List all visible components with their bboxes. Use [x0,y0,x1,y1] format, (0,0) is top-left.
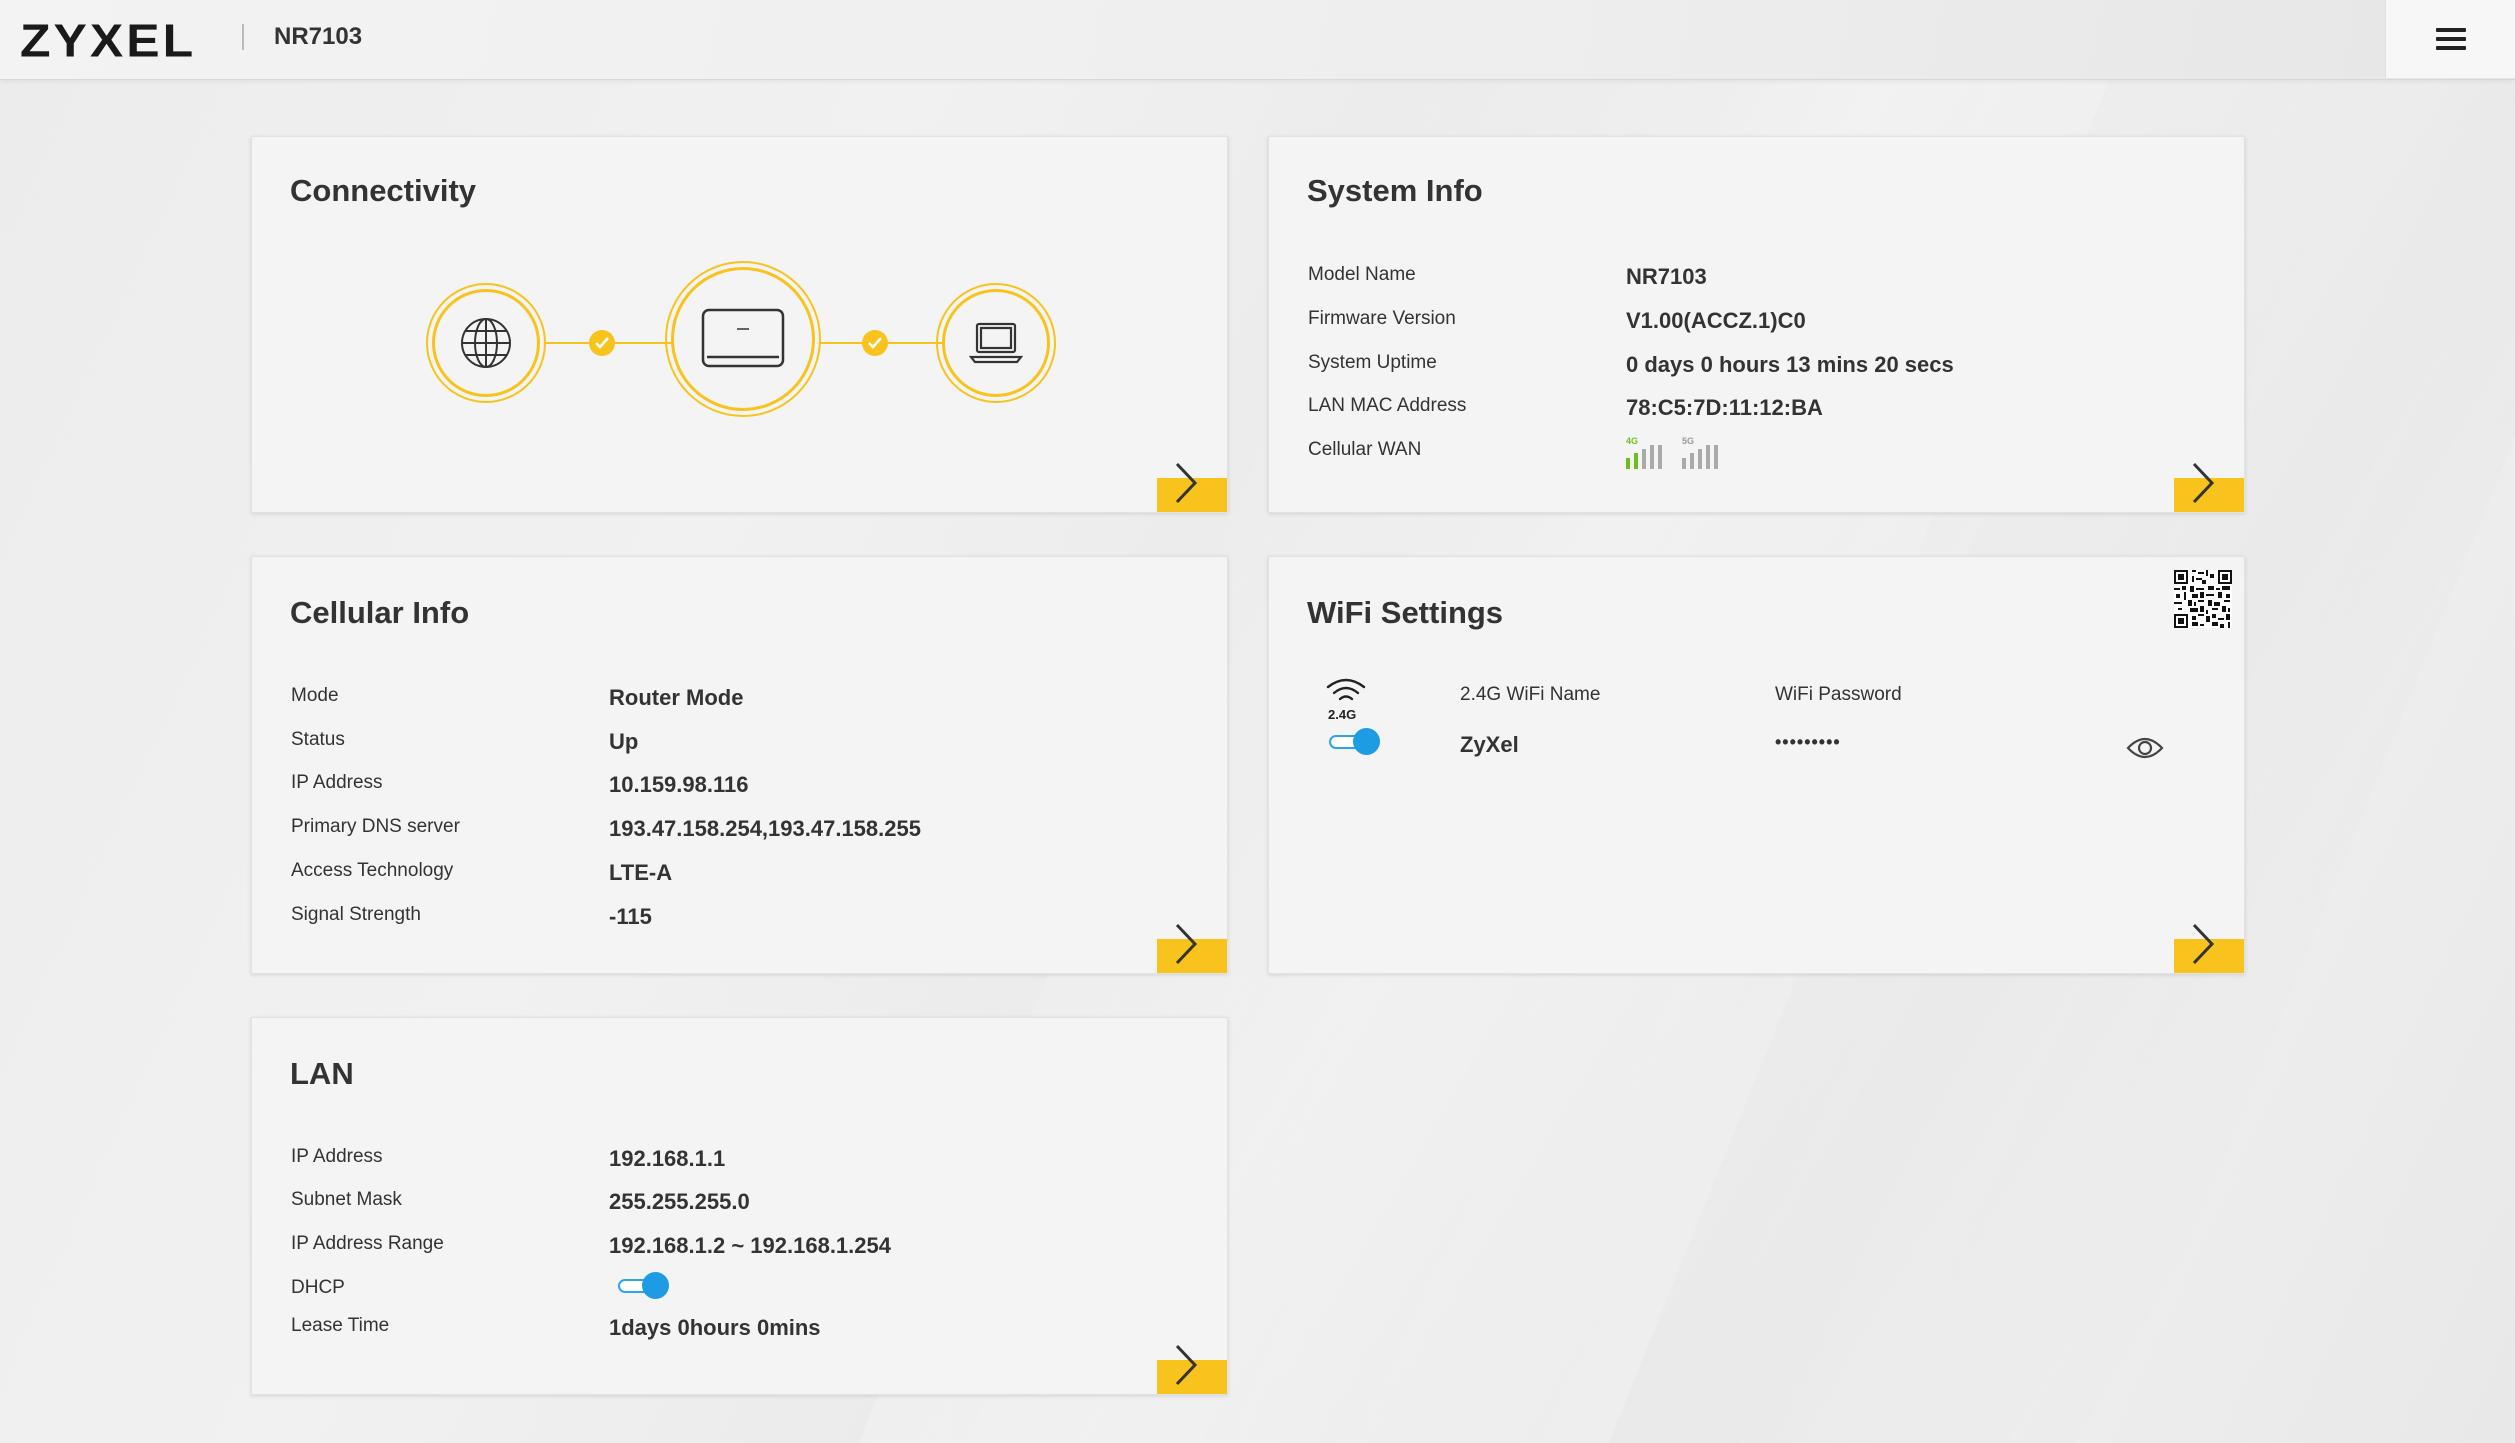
wifi-2-4g-icon: 2.4G [1326,678,1366,721]
lan-ip-address-label: IP Address [291,1146,383,1167]
cellular-info-card: Cellular Info Mode Router Mode Status Up… [251,556,1228,974]
main-menu-button[interactable] [2385,0,2515,78]
wifi-settings-title: WiFi Settings [1307,595,1504,630]
ip-address-range-value: 192.168.1.2 ~ 192.168.1.254 [609,1233,891,1258]
lease-time-label: Lease Time [291,1315,390,1336]
lan-title: LAN [290,1056,354,1091]
connectivity-title: Connectivity [290,173,477,208]
primary-dns-value: 193.47.158.254,193.47.158.255 [609,816,921,841]
svg-text:2.4G: 2.4G [1328,707,1356,721]
system-info-more-button[interactable] [2174,462,2244,512]
ip-address-value: 10.159.98.116 [609,772,749,797]
lan-card: LAN IP Address 192.168.1.1 Subnet Mask 2… [251,1017,1228,1395]
connectivity-card: Connectivity [251,136,1228,513]
dhcp-label: DHCP [291,1277,345,1298]
signal-strength-value: -115 [609,904,652,929]
connection-ok-check-icon [589,330,615,356]
wifi-password-value: ••••••••• [1775,732,1841,752]
globe-icon [461,318,511,368]
lease-time-value: 1days 0hours 0mins [609,1315,821,1340]
top-bar: ZYXEL NR7103 [0,0,2515,80]
zyxel-logo[interactable]: ZYXEL [20,14,196,67]
system-info-card: System Info Model Name NR7103 Firmware V… [1268,136,2245,513]
system-info-title: System Info [1307,173,1483,208]
wifi-enable-toggle[interactable] [1329,726,1381,756]
router-icon [701,308,785,368]
header-divider [242,24,244,50]
show-password-eye-icon[interactable] [2126,735,2164,761]
4g-signal-icon: 4G [1626,436,1662,469]
laptop-icon [969,322,1023,364]
chevron-right-icon [2192,923,2215,965]
ip-address-range-label: IP Address Range [291,1233,444,1254]
dhcp-toggle[interactable] [618,1270,670,1300]
cellular-info-more-button[interactable] [1157,923,1227,973]
status-label: Status [291,729,345,750]
firmware-version-value: V1.00(ACCZ.1)C0 [1626,308,1806,333]
wifi-name-value: ZyXel [1460,732,1519,757]
system-uptime-value: 0 days 0 hours 13 mins 20 secs [1626,352,1954,377]
cellular-wan-label: Cellular WAN [1308,439,1422,460]
model-name-value: NR7103 [1626,264,1707,289]
hamburger-menu-icon [2435,28,2466,50]
cellular-info-title: Cellular Info [290,595,470,630]
signal-strength-label: Signal Strength [291,904,421,925]
primary-dns-label: Primary DNS server [291,816,460,837]
subnet-mask-label: Subnet Mask [291,1189,402,1210]
svg-text:5G: 5G [1682,436,1694,446]
lan-more-button[interactable] [1157,1344,1227,1394]
model-name-label: Model Name [1308,264,1416,285]
connectivity-more-button[interactable] [1157,462,1227,512]
lan-mac-address-label: LAN MAC Address [1308,395,1467,416]
access-technology-value: LTE-A [609,860,673,885]
lan-ip-address-value: 192.168.1.1 [609,1146,726,1171]
firmware-version-label: Firmware Version [1308,308,1456,329]
chevron-right-icon [1175,1344,1198,1386]
status-value: Up [609,729,639,754]
chevron-right-icon [1175,923,1198,965]
mode-label: Mode [291,685,339,706]
ip-address-label: IP Address [291,772,383,793]
wifi-settings-more-button[interactable] [2174,923,2244,973]
system-uptime-label: System Uptime [1308,352,1437,373]
chevron-right-icon [1175,462,1198,504]
wifi-settings-card: WiFi Settings 2.4G 2.4G WiFi Name WiFi P… [1268,556,2245,974]
lan-mac-address-value: 78:C5:7D:11:12:BA [1626,395,1823,420]
device-model-title: NR7103 [274,23,363,50]
subnet-mask-value: 255.255.255.0 [609,1189,750,1214]
qr-code-icon[interactable] [2174,570,2232,628]
wifi-password-header: WiFi Password [1775,684,1902,705]
connection-ok-check-icon [862,330,888,356]
5g-signal-icon: 5G [1682,436,1718,469]
wifi-name-header: 2.4G WiFi Name [1460,684,1601,705]
mode-value: Router Mode [609,685,744,710]
chevron-right-icon [2192,462,2215,504]
svg-text:4G: 4G [1626,436,1638,446]
access-technology-label: Access Technology [291,860,454,881]
